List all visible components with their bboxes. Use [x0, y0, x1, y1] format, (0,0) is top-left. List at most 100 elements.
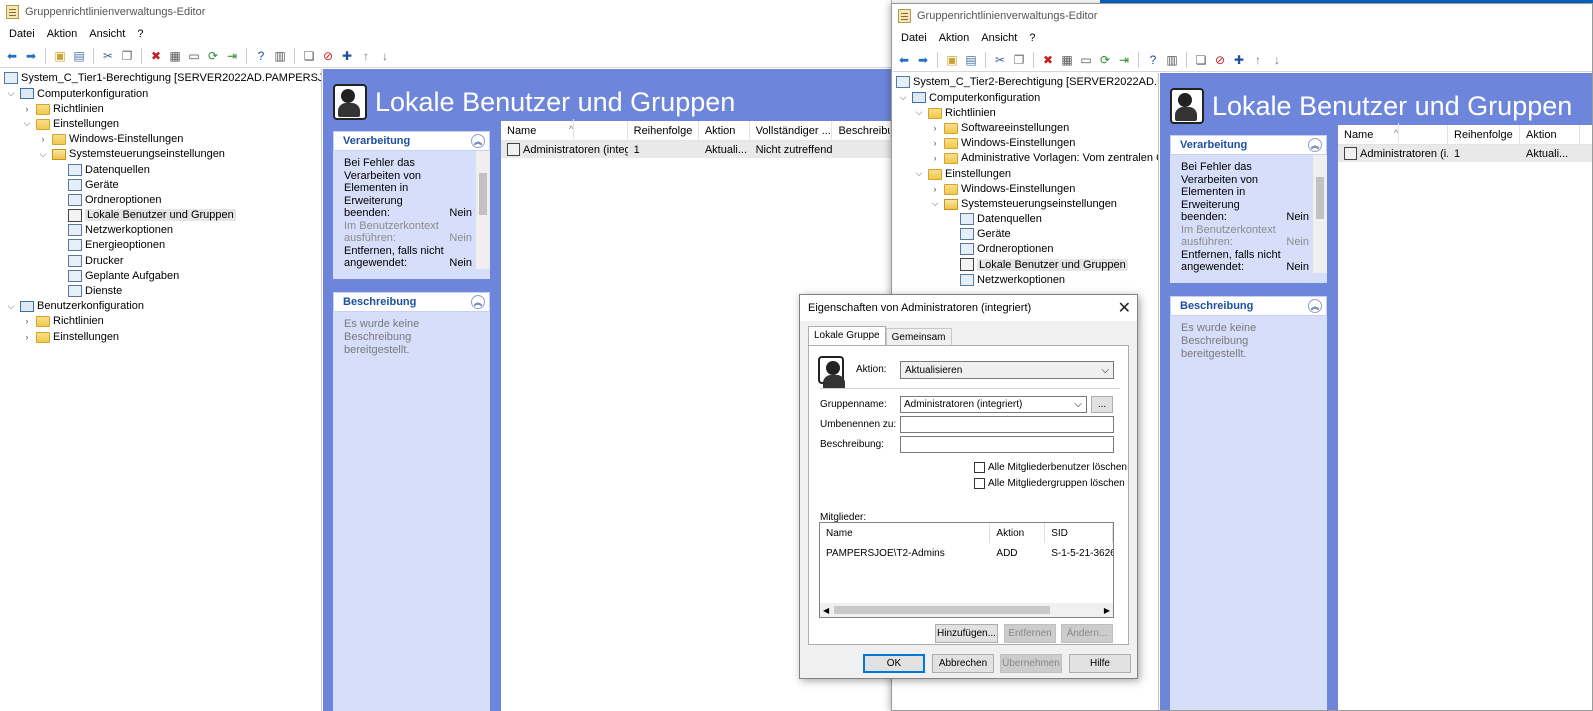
tree-item[interactable]: Ordneroptionen [0, 192, 321, 207]
chevron-down-icon[interactable]: ⌵ [913, 107, 925, 119]
add-member-button[interactable]: Hinzufügen... [935, 624, 998, 643]
ok-button[interactable]: OK [863, 654, 925, 673]
col-member-action[interactable]: Aktion [990, 523, 1046, 543]
members-horizontal-scrollbar[interactable]: ◀ ▶ [820, 603, 1113, 617]
chevron-right-icon[interactable]: › [21, 103, 33, 115]
add-icon[interactable]: ✚ [1231, 52, 1247, 68]
forward-icon[interactable]: ➡ [915, 52, 931, 68]
chevron-down-icon[interactable]: ⌵ [5, 300, 17, 312]
back-icon[interactable]: ⬅ [4, 48, 20, 64]
menu-ansicht[interactable]: Ansicht [975, 32, 1023, 44]
menu-datei[interactable]: Datei [3, 28, 41, 40]
up-folder-icon[interactable]: ▣ [944, 52, 960, 68]
help-button[interactable]: Hilfe [1069, 654, 1131, 673]
browse-button[interactable]: ... [1091, 396, 1113, 413]
chevron-left-icon[interactable]: ◀ [823, 606, 829, 615]
chevron-right-icon[interactable]: › [21, 331, 33, 343]
cut-icon[interactable]: ✂ [992, 52, 1008, 68]
groupname-combobox[interactable]: Administratoren (integriert) ⌵ [900, 396, 1087, 413]
print-icon[interactable]: ▭ [186, 48, 202, 64]
scrollbar-thumb[interactable] [834, 606, 1050, 614]
print-icon[interactable]: ▭ [1078, 52, 1094, 68]
export-icon[interactable]: ⇥ [1116, 52, 1132, 68]
tree-item[interactable]: ⌵ Richtlinien [892, 105, 1158, 120]
chevron-down-icon[interactable]: ⌵ [913, 168, 925, 180]
delete-member-groups-checkbox[interactable]: Alle Mitgliedergruppen löschen [974, 478, 1125, 489]
stop-icon[interactable]: ⊘ [320, 48, 336, 64]
description-input[interactable] [900, 436, 1114, 453]
chevron-right-icon[interactable]: › [929, 152, 941, 164]
tree-item[interactable]: ⌵ Computerkonfiguration [892, 90, 1158, 105]
menu-aktion[interactable]: Aktion [41, 28, 84, 40]
tree-item[interactable]: ⌵ Computerkonfiguration [0, 86, 321, 101]
tree-root[interactable]: System_C_Tier1-Berechtigung [SERVER2022A… [0, 69, 321, 86]
move-down-icon[interactable]: ↓ [1269, 52, 1285, 68]
view-icon[interactable]: ▥ [1164, 52, 1180, 68]
tree-item[interactable]: ⌵ Einstellungen [0, 116, 321, 131]
chevron-down-icon[interactable]: ⌵ [37, 148, 49, 160]
tree-item[interactable]: ⌵ Systemsteuerungseinstellungen [0, 147, 321, 162]
view-icon[interactable]: ▥ [272, 48, 288, 64]
tree-item[interactable]: ⌵ Systemsteuerungseinstellungen [892, 196, 1158, 211]
tree-item[interactable]: Dienste [0, 283, 321, 298]
properties-icon[interactable]: ▦ [1059, 52, 1075, 68]
collapse-icon[interactable]: ︽ [1308, 299, 1322, 313]
menu-aktion[interactable]: Aktion [933, 32, 976, 44]
delete-icon[interactable]: ✖ [1040, 52, 1056, 68]
description-panel-header[interactable]: Beschreibung ︽ [333, 292, 490, 312]
chevron-right-icon[interactable]: › [929, 122, 941, 134]
help-icon[interactable]: ? [1145, 52, 1161, 68]
col-action[interactable]: Aktion [699, 120, 750, 141]
add-icon[interactable]: ✚ [339, 48, 355, 64]
tree-item[interactable]: Lokale Benutzer und Gruppen [0, 208, 321, 223]
menu-help[interactable]: ? [131, 28, 149, 40]
tree-item[interactable]: › Windows-Einstellungen [892, 181, 1158, 196]
processing-panel-scrollbar[interactable] [476, 151, 490, 269]
copy-icon[interactable]: ❐ [1011, 52, 1027, 68]
copy-icon[interactable]: ❐ [119, 48, 135, 64]
export-icon[interactable]: ⇥ [224, 48, 240, 64]
tab-gemeinsam[interactable]: Gemeinsam [885, 328, 952, 346]
remove-member-button[interactable]: Entfernen [1004, 624, 1056, 643]
show-hide-tree-icon[interactable]: ▤ [71, 48, 87, 64]
tree-item[interactable]: ⌵ Einstellungen [892, 166, 1158, 181]
delete-member-users-checkbox[interactable]: Alle Mitgliederbenutzer löschen [974, 462, 1127, 473]
col-action[interactable]: Aktion [1520, 124, 1580, 145]
tree-root[interactable]: System_C_Tier2-Berechtigung [SERVER2022A… [892, 73, 1158, 90]
chevron-right-icon[interactable]: › [929, 137, 941, 149]
new-item-icon[interactable]: ❏ [1193, 52, 1209, 68]
tab-lokale-gruppe[interactable]: Lokale Gruppe [808, 326, 886, 346]
help-icon[interactable]: ? [253, 48, 269, 64]
show-hide-tree-icon[interactable]: ▤ [963, 52, 979, 68]
tree-item[interactable]: › Richtlinien [0, 314, 321, 329]
chevron-down-icon[interactable]: ⌵ [5, 88, 17, 100]
list-item[interactable]: Administratoren (i... 1 Aktuali... [1338, 145, 1592, 162]
description-panel-header[interactable]: Beschreibung ︽ [1170, 296, 1327, 316]
tree-item[interactable]: Energieoptionen [0, 238, 321, 253]
collapse-icon[interactable]: ︽ [1308, 138, 1322, 152]
col-member-name[interactable]: Name [820, 523, 991, 543]
forward-icon[interactable]: ➡ [23, 48, 39, 64]
menu-help[interactable]: ? [1023, 32, 1041, 44]
chevron-right-icon[interactable]: ▶ [1104, 606, 1110, 615]
tree-item[interactable]: Netzwerkoptionen [0, 223, 321, 238]
col-member-sid[interactable]: SID [1045, 523, 1113, 543]
refresh-icon[interactable]: ⟳ [205, 48, 221, 64]
apply-button[interactable]: Übernehmen [1000, 654, 1062, 673]
new-item-icon[interactable]: ❏ [301, 48, 317, 64]
collapse-icon[interactable]: ︽ [471, 134, 485, 148]
chevron-down-icon[interactable]: ⌵ [21, 118, 33, 130]
up-folder-icon[interactable]: ▣ [52, 48, 68, 64]
col-description[interactable]: Beschreibung [832, 120, 891, 141]
tree-item[interactable]: › Einstellungen [0, 329, 321, 344]
back-icon[interactable]: ⬅ [896, 52, 912, 68]
refresh-icon[interactable]: ⟳ [1097, 52, 1113, 68]
menu-datei[interactable]: Datei [895, 32, 933, 44]
change-member-button[interactable]: Ändern... [1061, 624, 1113, 643]
chevron-right-icon[interactable]: › [21, 315, 33, 327]
tree-item[interactable]: Datenquellen [0, 162, 321, 177]
close-icon[interactable]: ✕ [1118, 298, 1131, 318]
col-order[interactable]: Reihenfolge [628, 120, 699, 141]
table-row[interactable]: PAMPERSJOE\T2-Admins ADD S-1-5-21-3626 [820, 543, 1113, 563]
processing-panel-header[interactable]: Verarbeitung ︽ [333, 131, 490, 151]
